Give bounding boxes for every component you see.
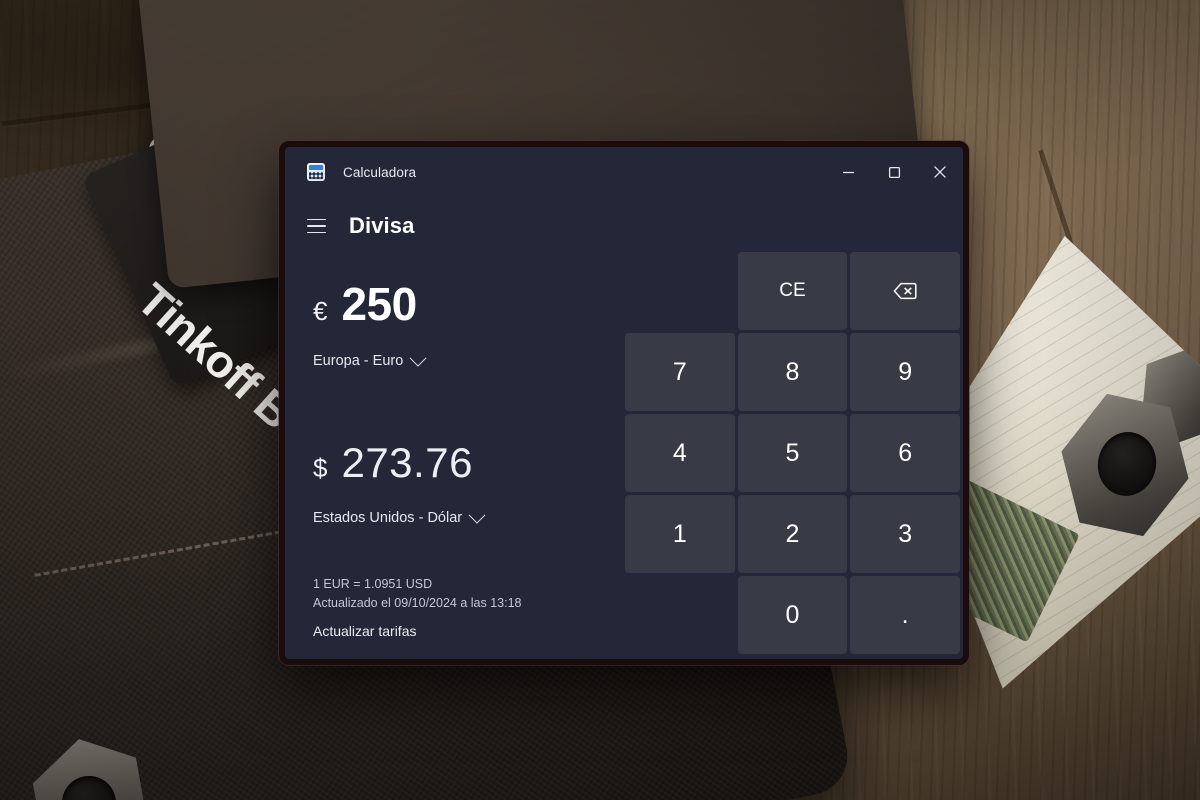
- key-6[interactable]: 6: [850, 414, 960, 492]
- page-header: Divisa: [285, 197, 963, 249]
- from-amount-row[interactable]: € 250: [313, 281, 625, 327]
- calculator-icon: [307, 163, 325, 181]
- rate-info: 1 EUR = 1.0951 USD Actualizado el 09/10/…: [313, 575, 625, 614]
- calculator-body: € 250 Europa - Euro $ 273.76 Estados Uni…: [285, 249, 963, 657]
- close-button[interactable]: [917, 147, 963, 197]
- key-decimal[interactable]: .: [850, 576, 960, 654]
- close-icon: [934, 166, 946, 178]
- last-updated-line: Actualizado el 09/10/2024 a las 13:18: [313, 596, 522, 611]
- key-0[interactable]: 0: [737, 576, 848, 654]
- update-rates-link[interactable]: Actualizar tarifas: [313, 623, 416, 639]
- key-2[interactable]: 2: [737, 495, 848, 573]
- to-currency-label: Estados Unidos - Dólar: [313, 510, 463, 526]
- minimize-button[interactable]: [825, 147, 871, 197]
- conversion-panel: € 250 Europa - Euro $ 273.76 Estados Uni…: [285, 249, 625, 657]
- from-currency-label: Europa - Euro: [313, 353, 404, 369]
- keypad: CE 7 8 9 4 5 6 1 2 3 0 .: [625, 249, 963, 657]
- to-amount-value: 273.76: [341, 439, 473, 486]
- chevron-down-icon: [468, 506, 486, 524]
- key-9[interactable]: 9: [850, 333, 960, 411]
- page-title: Divisa: [349, 213, 415, 238]
- hamburger-menu-icon[interactable]: [305, 213, 331, 239]
- key-1[interactable]: 1: [625, 495, 735, 573]
- key-7[interactable]: 7: [625, 333, 735, 411]
- maximize-icon: [888, 166, 900, 178]
- window-controls: [825, 147, 963, 197]
- calculator-window: Calculadora Divisa € 250 Europa - Euro $…: [279, 141, 969, 665]
- keypad-spacer: [625, 252, 735, 330]
- exchange-rate-line: 1 EUR = 1.0951 USD: [313, 577, 433, 591]
- to-currency-selector[interactable]: Estados Unidos - Dólar: [313, 506, 486, 526]
- key-4[interactable]: 4: [625, 414, 735, 492]
- app-title: Calculadora: [343, 164, 417, 180]
- chevron-down-icon: [409, 349, 427, 367]
- hamburger-bar: [307, 225, 326, 227]
- maximize-button[interactable]: [871, 147, 917, 197]
- key-5[interactable]: 5: [737, 414, 848, 492]
- from-currency-symbol: €: [313, 296, 328, 326]
- backspace-icon: [893, 282, 917, 300]
- to-amount-row[interactable]: $ 273.76: [313, 442, 625, 484]
- hamburger-bar: [307, 218, 326, 221]
- backspace-button[interactable]: [850, 252, 960, 330]
- key-3[interactable]: 3: [850, 495, 960, 573]
- to-amount-block: $ 273.76 Estados Unidos - Dólar: [313, 442, 625, 527]
- hamburger-bar: [307, 231, 326, 234]
- clear-entry-button[interactable]: CE: [737, 252, 848, 330]
- key-8[interactable]: 8: [737, 333, 848, 411]
- title-bar: Calculadora: [285, 147, 963, 197]
- from-currency-selector[interactable]: Europa - Euro: [313, 349, 427, 369]
- keypad-spacer: [625, 576, 735, 654]
- to-currency-symbol: $: [313, 453, 328, 483]
- minimize-icon: [842, 171, 854, 173]
- from-amount-value: 250: [341, 278, 417, 330]
